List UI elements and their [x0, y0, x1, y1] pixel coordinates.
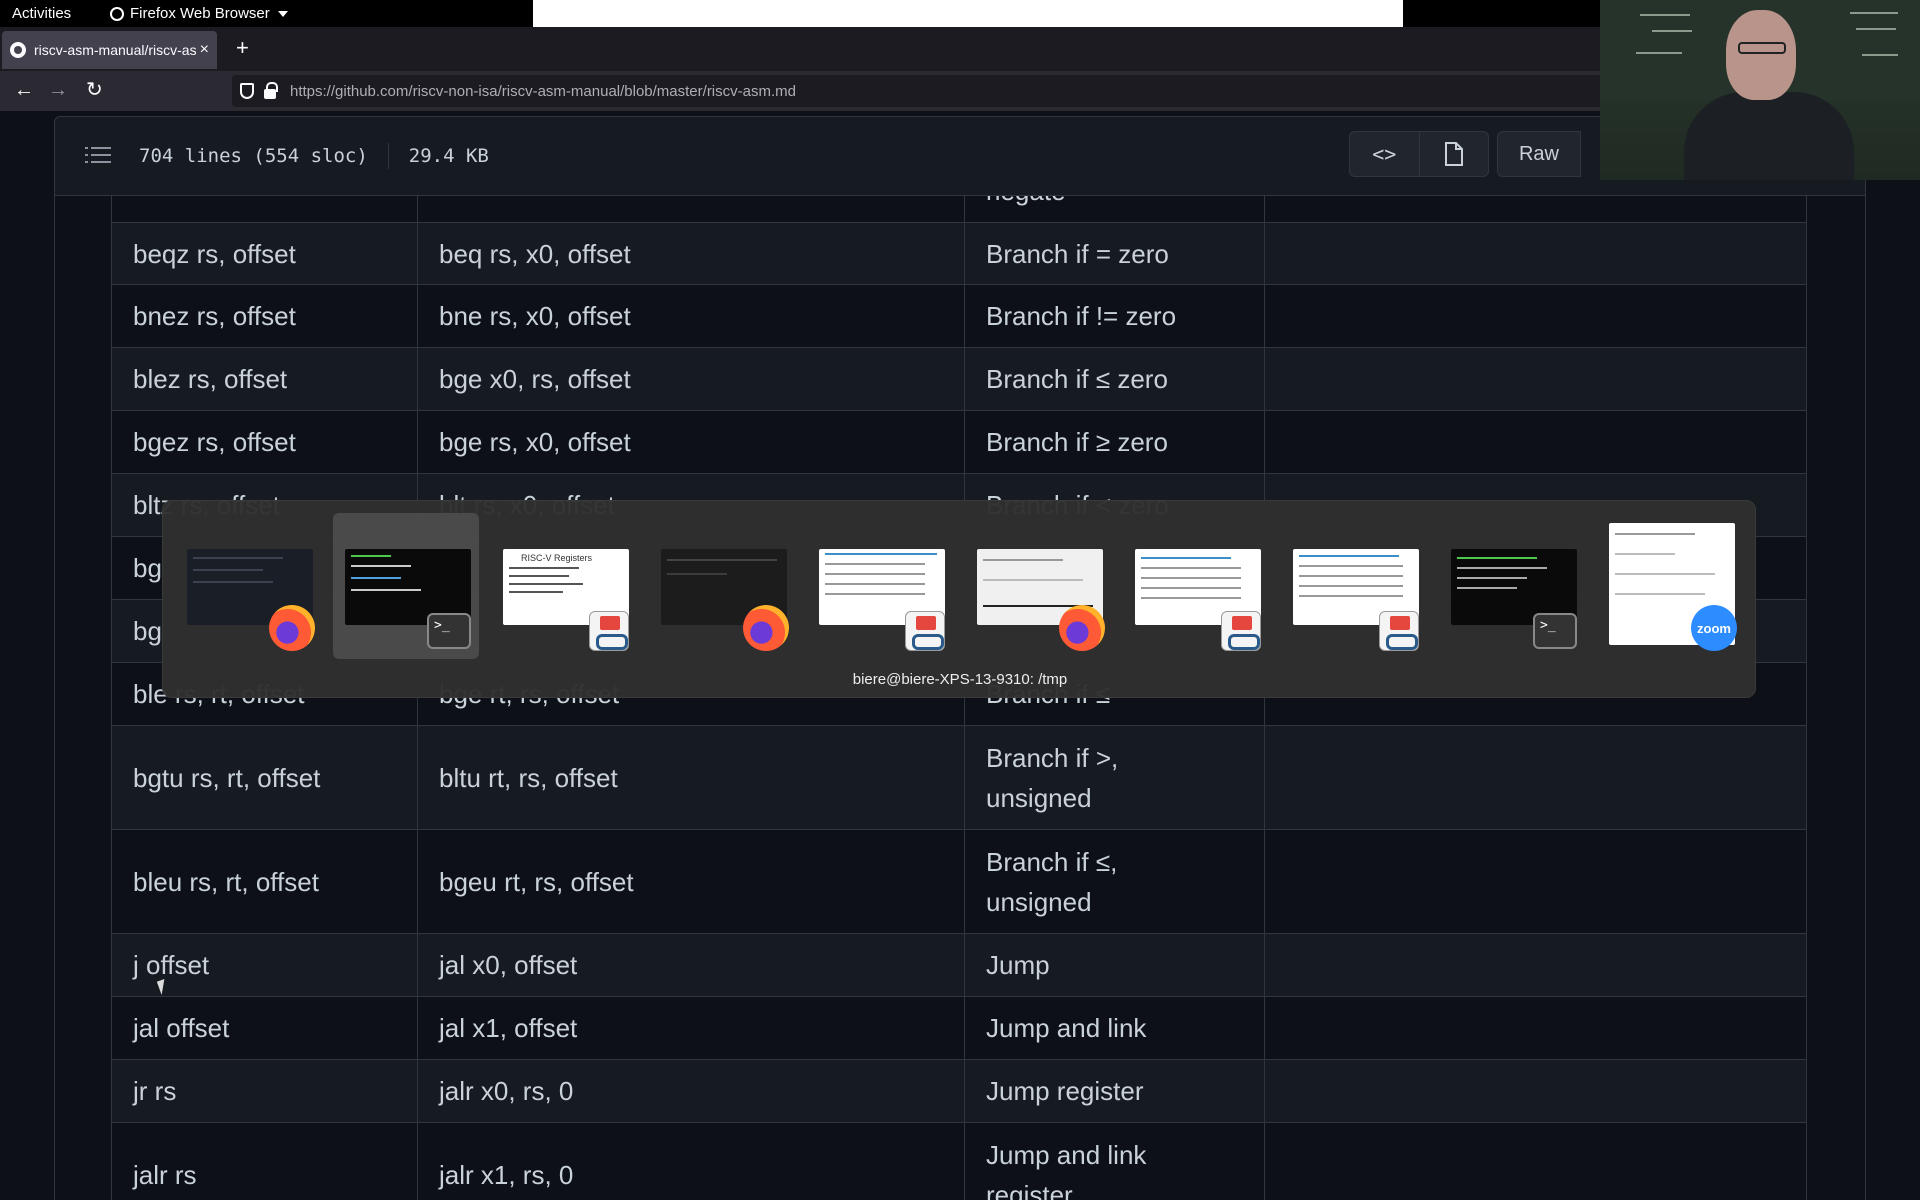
table-cell: bltu rt, rs, offset [417, 725, 965, 830]
firefox-icon [743, 605, 789, 651]
switcher-window[interactable] [965, 513, 1111, 659]
table-cell: Jump and link [964, 996, 1265, 1060]
table-cell: j offset [111, 933, 418, 997]
table-cell: negate [964, 196, 1265, 223]
table-cell: bgez rs, offset [111, 410, 418, 474]
image-viewer-icon [1221, 611, 1261, 651]
back-button[interactable]: ← [14, 78, 34, 102]
table-row: jr rs jalr x0, rs, 0 Jump register [111, 1059, 1807, 1123]
pseudo-instruction-table: negate beqz rs, offset beq rs, x0, offse… [111, 196, 1807, 1200]
glasses [1738, 42, 1786, 54]
switcher-window[interactable]: zoom [1597, 513, 1743, 659]
table-cell: Jump register [964, 1059, 1265, 1123]
table-cell: Jump [964, 933, 1265, 997]
image-viewer-icon [589, 611, 629, 651]
person-head [1726, 10, 1796, 100]
table-cell: jalr x0, rs, 0 [417, 1059, 965, 1123]
table-cell: Branch if != zero [964, 284, 1265, 348]
table-cell: jal offset [111, 996, 418, 1060]
rendered-view-button[interactable] [1418, 132, 1489, 176]
table-row: jalr rs jalr x1, rs, 0 Jump and link regi… [111, 1122, 1807, 1200]
table-cell: Branch if ≤ zero [964, 347, 1265, 411]
table-row: blez rs, offset bge x0, rs, offset Branc… [111, 347, 1807, 411]
github-icon [10, 42, 26, 58]
chevron-down-icon [277, 10, 288, 17]
table-cell: Branch if ≤, unsigned [964, 829, 1265, 934]
switcher-window[interactable] [1281, 513, 1427, 659]
tab-title: riscv-asm-manual/riscv-asm [34, 42, 196, 58]
person-shirt [1684, 92, 1854, 180]
table-cell: bgtu rs, rt, offset [111, 725, 418, 830]
switcher-window-title: biere@biere-XPS-13-9310: /tmp [852, 671, 1068, 688]
webcam-video-overlay [1600, 0, 1920, 180]
markdown-content: negate beqz rs, offset beq rs, x0, offse… [54, 196, 1866, 1200]
table-cell: beqz rs, offset [111, 222, 418, 285]
table-cell: Branch if >, unsigned [964, 725, 1265, 830]
switcher-window[interactable] [807, 513, 953, 659]
switcher-window[interactable] [175, 513, 321, 659]
table-row: jal offset jal x1, offset Jump and link [111, 996, 1807, 1060]
table-row: j offset jal x0, offset Jump [111, 933, 1807, 997]
switcher-window[interactable] [1123, 513, 1269, 659]
table-cell: bnez rs, offset [111, 284, 418, 348]
code-icon: <> [1372, 142, 1397, 166]
table-row: beqz rs, offset beq rs, x0, offset Branc… [111, 222, 1807, 285]
switcher-window-selected[interactable]: >_ [333, 513, 479, 659]
table-cell: blez rs, offset [111, 347, 418, 411]
table-cell: Branch if = zero [964, 222, 1265, 285]
close-tab-icon[interactable]: × [200, 41, 209, 59]
url-bar[interactable]: https://github.com/riscv-non-isa/riscv-a… [232, 75, 1612, 107]
lock-icon[interactable] [264, 81, 278, 99]
table-cell: bgeu rt, rs, offset [417, 829, 965, 934]
file-icon [1444, 142, 1463, 166]
table-cell: bge rs, x0, offset [417, 410, 965, 474]
code-view-button[interactable]: <> [1350, 132, 1419, 176]
file-header: 704 lines (554 sloc) 29.4 KB <> Raw [54, 116, 1866, 196]
image-viewer-icon [1379, 611, 1419, 651]
app-menu-label: Firefox Web Browser [130, 5, 270, 22]
table-cell: bge x0, rs, offset [417, 347, 965, 411]
table-cell: Jump and link register [964, 1122, 1265, 1200]
table-cell: jr rs [111, 1059, 418, 1123]
shield-icon[interactable] [240, 83, 254, 99]
table-cell: jal x0, offset [417, 933, 965, 997]
table-cell: bne rs, x0, offset [417, 284, 965, 348]
image-viewer-icon [905, 611, 945, 651]
top-bar-center-area [533, 0, 1403, 27]
table-row: bnez rs, offset bne rs, x0, offset Branc… [111, 284, 1807, 348]
terminal-icon: >_ [427, 613, 471, 649]
switcher-window[interactable] [649, 513, 795, 659]
table-cell: beq rs, x0, offset [417, 222, 965, 285]
firefox-icon [1059, 605, 1105, 651]
file-size: 29.4 KB [408, 145, 489, 167]
table-cell: jalr x1, rs, 0 [417, 1122, 965, 1200]
firefox-icon [110, 6, 124, 21]
table-row: bgtu rs, rt, offset bltu rt, rs, offset … [111, 725, 1807, 830]
list-icon[interactable] [85, 145, 111, 165]
table-row: bgez rs, offset bge rs, x0, offset Branc… [111, 410, 1807, 474]
table-cell: jal x1, offset [417, 996, 965, 1060]
switcher-window[interactable]: RISC-V Registers [491, 513, 637, 659]
raw-button[interactable]: Raw [1497, 131, 1581, 177]
file-stats: 704 lines (554 sloc) 29.4 KB [139, 143, 489, 169]
switcher-window[interactable]: >_ [1439, 513, 1585, 659]
terminal-icon: >_ [1533, 613, 1577, 649]
app-menu[interactable]: Firefox Web Browser [110, 5, 288, 22]
browser-tab[interactable]: riscv-asm-manual/riscv-asm × [2, 31, 217, 69]
table-cell: jalr rs [111, 1122, 418, 1200]
table-row: bleu rs, rt, offset bgeu rt, rs, offset … [111, 829, 1807, 934]
table-row: negate [111, 196, 1807, 223]
new-tab-button[interactable]: + [236, 37, 249, 59]
view-toggle: <> [1349, 131, 1489, 177]
firefox-icon [269, 605, 315, 651]
table-cell: Branch if ≥ zero [964, 410, 1265, 474]
table-cell: bleu rs, rt, offset [111, 829, 418, 934]
url-text[interactable]: https://github.com/riscv-non-isa/riscv-a… [290, 83, 796, 100]
forward-button[interactable]: → [48, 78, 68, 102]
activities-button[interactable]: Activities [12, 5, 71, 22]
line-count: 704 lines (554 sloc) [139, 145, 368, 167]
window-switcher: >_ RISC-V Registers >_ zoom biere@biere-… [162, 500, 1756, 698]
reload-button[interactable]: ↻ [86, 78, 103, 102]
zoom-icon: zoom [1691, 605, 1737, 651]
